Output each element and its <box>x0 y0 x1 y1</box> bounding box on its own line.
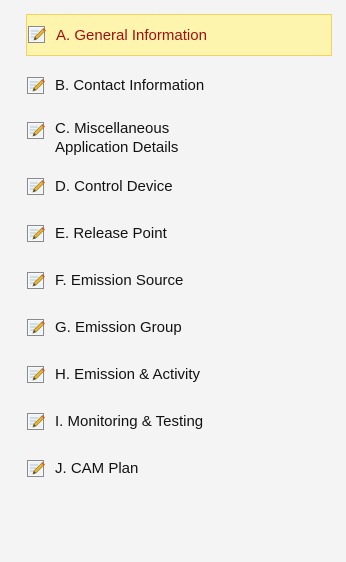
nav-item-label: I. Monitoring & Testing <box>55 413 204 430</box>
nav-item-emission-source[interactable]: F. Emission Source <box>26 271 332 291</box>
nav-item-label: B. Contact Information <box>55 77 205 94</box>
application-sections-nav: A. General Information B. Contact Inform… <box>0 0 346 562</box>
nav-item-label: H. Emission & Activity <box>55 366 201 383</box>
nav-item-label: E. Release Point <box>55 225 167 242</box>
edit-form-icon <box>26 121 46 141</box>
nav-item-contact-information[interactable]: B. Contact Information <box>26 76 332 96</box>
edit-form-icon <box>26 365 46 385</box>
nav-item-label: A. General Information <box>56 26 207 44</box>
nav-item-monitoring-testing[interactable]: I. Monitoring & Testing <box>26 412 332 432</box>
nav-item-label: C. Miscellaneous Application Details <box>55 120 179 156</box>
nav-item-label: D. Control Device <box>55 178 173 195</box>
nav-item-emission-activity[interactable]: H. Emission & Activity <box>26 365 332 385</box>
edit-form-icon <box>26 224 46 244</box>
nav-item-general-information[interactable]: A. General Information <box>26 14 332 56</box>
nav-item-cam-plan[interactable]: J. CAM Plan <box>26 459 332 479</box>
nav-item-label: J. CAM Plan <box>55 460 139 477</box>
edit-form-icon <box>26 318 46 338</box>
edit-form-icon <box>27 25 47 45</box>
edit-form-icon <box>26 459 46 479</box>
edit-form-icon <box>26 76 46 96</box>
edit-form-icon <box>26 412 46 432</box>
nav-item-label: F. Emission Source <box>55 272 184 289</box>
edit-form-icon <box>26 177 46 197</box>
nav-item-emission-group[interactable]: G. Emission Group <box>26 318 332 338</box>
nav-item-control-device[interactable]: D. Control Device <box>26 177 332 197</box>
nav-item-miscellaneous-application-details[interactable]: C. Miscellaneous Application Details <box>26 119 332 157</box>
nav-item-label: G. Emission Group <box>55 319 182 336</box>
nav-item-release-point[interactable]: E. Release Point <box>26 224 332 244</box>
edit-form-icon <box>26 271 46 291</box>
